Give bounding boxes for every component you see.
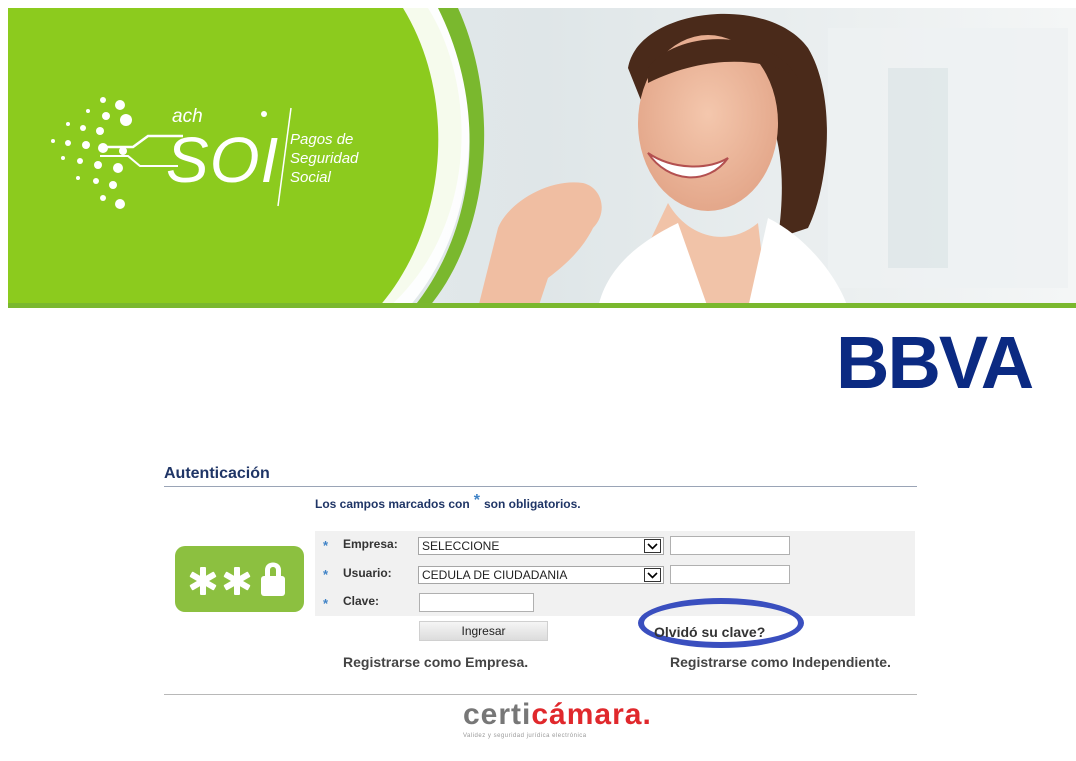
title-divider (164, 486, 917, 487)
required-note-suffix: son obligatorios. (483, 497, 581, 511)
chevron-down-icon[interactable] (644, 568, 661, 582)
certicamara-accent: cámara. (531, 698, 652, 731)
required-asterisk-icon: * (323, 596, 329, 611)
usuario-label: Usuario: (343, 566, 392, 580)
logo-tagline: Pagos de Seguridad Social (290, 131, 359, 186)
bank-logo: BBVA (836, 321, 1034, 404)
certicamara-tagline: Validez y seguridad jurídica electrónica (463, 733, 587, 739)
required-fields-note: Los campos marcados con * son obligatorios… (315, 492, 581, 513)
password-input[interactable] (419, 593, 534, 612)
required-asterisk-icon: * (473, 492, 480, 509)
chevron-down-icon[interactable] (644, 539, 661, 553)
highlight-oval (638, 598, 804, 648)
required-note-prefix: Los campos marcados con (315, 497, 470, 511)
document-type-value: CEDULA DE CIUDADANIA (422, 568, 568, 582)
empresa-label: Empresa: (343, 537, 398, 551)
clave-label: Clave: (343, 594, 380, 608)
logo-soi-text: SOI (166, 124, 280, 196)
password-lock-icon (175, 546, 304, 612)
certicamara-prefix: certi (463, 698, 532, 731)
forgot-password-link[interactable]: Olvidó su clave? (654, 624, 765, 640)
empresa-select-value: SELECCIONE (422, 539, 500, 553)
footer-divider (164, 694, 917, 695)
certicamara-logo: certicámara. (463, 698, 652, 732)
empresa-select[interactable]: SELECCIONE (418, 537, 664, 555)
document-type-select[interactable]: CEDULA DE CIUDADANIA (418, 566, 664, 584)
header-banner: ach SOI Pagos de Seguridad Social (8, 8, 1076, 308)
register-company-link[interactable]: Registrarse como Empresa. (343, 654, 528, 670)
register-independent-link[interactable]: Registrarse como Independiente. (670, 654, 891, 670)
empresa-id-input[interactable] (670, 536, 790, 555)
usuario-id-input[interactable] (670, 565, 790, 584)
required-asterisk-icon: * (323, 567, 329, 582)
banner-underline (8, 303, 1076, 308)
section-title: Autenticación (164, 465, 270, 482)
required-asterisk-icon: * (323, 538, 329, 553)
login-button[interactable]: Ingresar (419, 621, 548, 641)
